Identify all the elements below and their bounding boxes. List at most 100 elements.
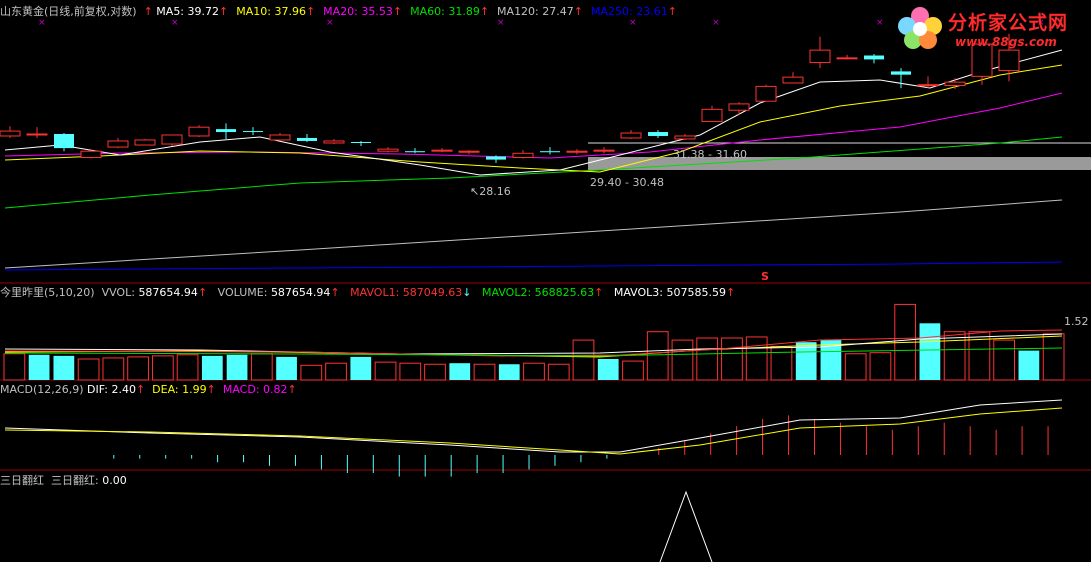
- signal-spike-line: [659, 490, 713, 562]
- volume-bar-up: [671, 339, 694, 381]
- dea-value: 1.99: [182, 383, 207, 396]
- mavol2-label: MAVOL2:: [482, 286, 532, 299]
- candle-body-up: [269, 134, 291, 141]
- volume-bar-up: [176, 354, 199, 381]
- dif-value: 2.40: [111, 383, 136, 396]
- candle-body-down: [486, 156, 506, 160]
- sell-signal-marker: S: [761, 270, 769, 283]
- mavol3-label: MAVOL3:: [613, 286, 664, 299]
- candle-body-up: [431, 149, 453, 152]
- mavol-line-3: [4, 329, 1063, 357]
- signal-panel-title: 三日翻红: [0, 474, 44, 487]
- range-annotation-lower: 29.40 - 30.48: [590, 176, 664, 189]
- candle-body-down: [297, 137, 317, 141]
- candle-body-up: [836, 57, 858, 60]
- up-arrow-icon: ↑: [197, 286, 208, 299]
- up-arrow-icon: ↑: [573, 5, 583, 18]
- signal-panel-header: 三日翻红 三日翻红: 0.00: [0, 474, 127, 487]
- vvol-value: 587654.94: [138, 286, 198, 299]
- candle-body-up: [755, 85, 777, 102]
- event-marker-icon: ×: [712, 18, 720, 28]
- volume-bar-down: [201, 355, 223, 380]
- event-marker-icon: ×: [326, 18, 334, 28]
- candle-body-up: [620, 132, 642, 139]
- ma-indicator-ma120: MA120: 27.47↑: [497, 5, 583, 18]
- event-marker-icon: ×: [497, 18, 505, 28]
- volume-bar-up: [3, 353, 26, 381]
- candle-body-down: [540, 151, 560, 153]
- volume-bar-up: [869, 352, 892, 381]
- volume-bar-up: [1042, 333, 1065, 381]
- up-arrow-icon: ↑: [206, 383, 216, 396]
- candle-body-up: [188, 126, 210, 137]
- candle-body-up: [107, 140, 129, 148]
- event-marker-icon: ×: [876, 18, 884, 28]
- up-arrow-icon: ↑: [726, 286, 736, 299]
- up-arrow-icon: ↑: [140, 5, 153, 18]
- chart-canvas: × × × × × × × ×: [0, 18, 1091, 562]
- volume-bar-up: [127, 356, 149, 381]
- volume-bar-down: [597, 359, 619, 380]
- mavol1-label: MAVOL1:: [350, 286, 400, 299]
- candle-body-down: [54, 134, 74, 149]
- volume-bar-down: [28, 354, 50, 380]
- dea-label: DEA:: [152, 383, 179, 396]
- event-marker-icon: ×: [171, 18, 179, 28]
- candle-body-up: [80, 150, 102, 158]
- volume-bar-down: [276, 356, 297, 380]
- volume-bar-up: [721, 337, 743, 381]
- arrow-left-icon: ↖: [470, 185, 480, 198]
- volume-bar-up: [844, 353, 867, 381]
- signal-label: 三日翻红:: [51, 474, 99, 487]
- up-arrow-icon: ↑: [594, 286, 604, 299]
- candle-body-up: [593, 149, 615, 152]
- dif-label: DIF:: [87, 383, 108, 396]
- up-arrow-icon: ↑: [135, 383, 146, 396]
- candle-body-up: [674, 135, 696, 140]
- volume-panel-header: 今里昨里(5,10,20) VVOL: 587654.94↑ VOLUME: 5…: [0, 286, 735, 299]
- candle-body-up: [782, 76, 804, 84]
- dea-line: [4, 407, 1063, 455]
- candle-body-up: [998, 49, 1020, 72]
- down-arrow-icon: ↓: [462, 286, 472, 299]
- macd-label: MACD:: [222, 383, 260, 396]
- volume-bar-up: [646, 331, 669, 381]
- candle-body-up: [566, 150, 588, 153]
- candle-body-up: [917, 84, 939, 87]
- mavol3-value: 507585.59: [666, 286, 727, 299]
- signal-value: 0.00: [102, 474, 127, 487]
- main-panel-title: 山东黄金(日线,前复权,对数): [0, 5, 137, 18]
- volume-bar-down: [919, 323, 941, 380]
- ma-indicator-ma250: MA250: 23.61↑: [590, 5, 677, 18]
- volume-bar-up: [325, 362, 347, 381]
- event-marker-icon: ×: [629, 18, 637, 28]
- event-marker-icon: ×: [38, 18, 46, 28]
- volume-bar-down: [498, 364, 520, 380]
- volume-bar-up: [300, 364, 323, 381]
- up-arrow-icon: ↑: [287, 383, 297, 396]
- candle-body-up: [161, 134, 183, 145]
- candle-body-down: [864, 55, 884, 60]
- volume-bar-up: [77, 358, 100, 381]
- candle-body-up: [701, 108, 723, 122]
- price-range-band: [588, 157, 1091, 170]
- volume-bar-down: [1018, 350, 1040, 380]
- volume-bar-up: [993, 339, 1016, 381]
- low-price-annotation: ↖28.16: [470, 185, 511, 198]
- logo-url: www.88gs.com: [955, 35, 1057, 49]
- ma120-line: [4, 199, 1063, 269]
- macd-panel-title: MACD(12,26,9): [0, 383, 84, 396]
- volume-bar-up: [943, 331, 966, 381]
- up-arrow-icon: ↑: [392, 5, 403, 18]
- volume-bar-up: [473, 363, 496, 381]
- volume-bar-up: [547, 363, 570, 381]
- candle-body-up: [377, 148, 399, 152]
- candle-body-down: [243, 131, 263, 133]
- volume-bar-up: [250, 353, 273, 381]
- candle-body-down: [648, 132, 668, 136]
- volume-bar-up: [424, 363, 446, 381]
- candle-body-down: [216, 129, 236, 133]
- volume-bar-down: [53, 355, 75, 380]
- candle-body-down: [405, 151, 425, 153]
- ma-indicator-ma60: MA60: 31.89↑: [410, 5, 490, 18]
